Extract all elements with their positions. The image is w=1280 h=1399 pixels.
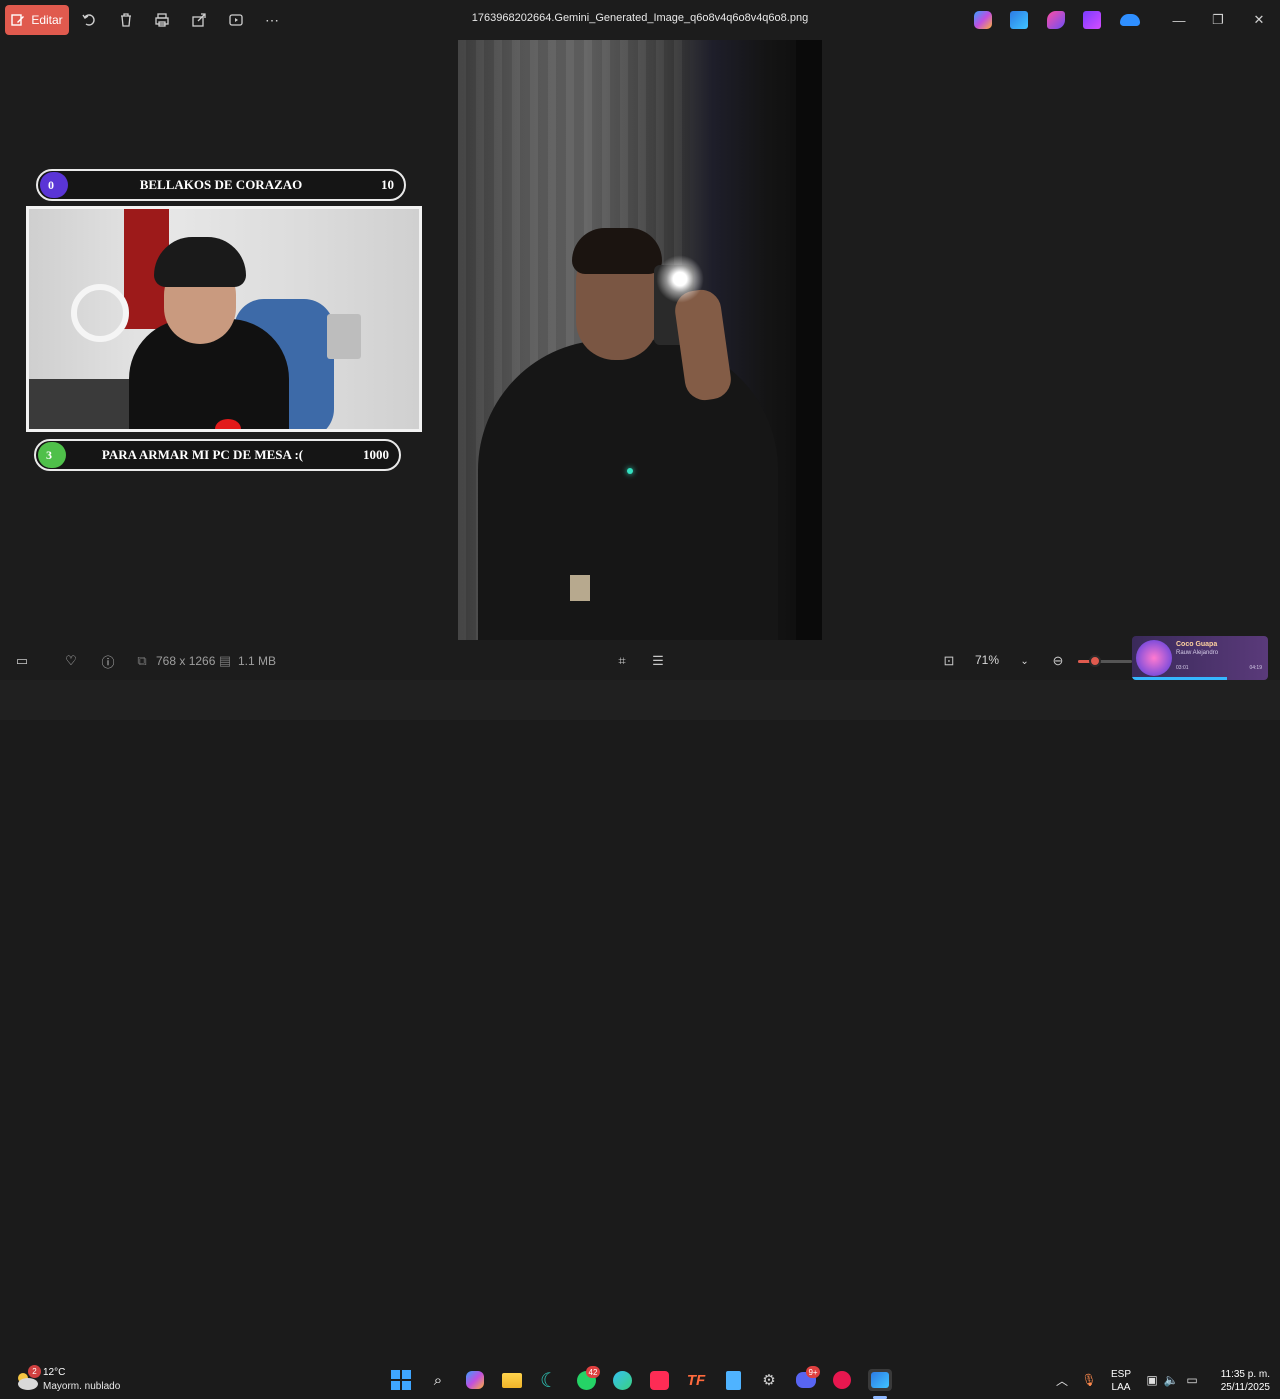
tiktok-icon[interactable] [647,1369,671,1391]
goal-widget-top: 0 BELLAKOS DE CORAZAO 10 [36,169,406,201]
zoom-slider-thumb[interactable] [1089,655,1101,667]
weather-temperature[interactable]: 12°C [43,1367,65,1378]
filesize-icon: ▤ [218,653,232,668]
edit-icon [11,14,25,26]
edge-icon[interactable] [610,1369,634,1391]
restore-button[interactable]: ❐ [1208,10,1228,30]
zoom-out-icon[interactable]: ⊖ [1049,652,1067,670]
clipchamp-icon[interactable] [1083,11,1101,29]
onedrive-icon[interactable] [1120,14,1140,26]
share-icon[interactable] [189,10,209,30]
battery-icon[interactable]: ▭ [1183,1372,1201,1388]
light-dot [627,468,633,474]
goal-target: 1000 [363,447,389,462]
edit-label: Editar [31,13,63,27]
discord-badge: 9+ [806,1366,820,1378]
top-toolbar: Editar ⋯ 1763968202664.Gemini_Generated_… [0,0,1280,40]
photo-viewer-image[interactable] [458,40,822,640]
elapsed-time: 03:01 [1176,665,1189,671]
zoom-level[interactable]: 71% ⌄ [975,653,1029,667]
camera-flash [656,255,704,303]
webcam-red-dot [215,419,241,429]
file-name-title: 1763968202664.Gemini_Generated_Image_q6o… [471,12,809,24]
notepad-icon[interactable] [721,1369,745,1391]
total-time: 04:19 [1249,665,1262,671]
media-player-icon[interactable] [830,1369,854,1391]
rotate-icon[interactable] [79,10,99,30]
print-icon[interactable] [152,10,172,30]
goal-title: BELLAKOS DE CORAZAO [139,177,303,192]
image-dimensions: 768 x 1266 [156,654,216,668]
visual-search-icon[interactable]: ⌗ [613,652,631,670]
language-indicator[interactable]: ESP LAA [1108,1368,1134,1394]
text-scan-icon[interactable]: ☰ [649,652,667,670]
search-icon[interactable]: ⌕ [426,1369,450,1391]
weather-condition[interactable]: Mayorm. nublado [43,1381,120,1392]
copilot-icon[interactable] [974,11,992,29]
settings-icon[interactable]: ⚙ [757,1369,781,1391]
tf-app-icon[interactable]: TF [684,1369,708,1391]
dimensions-icon: ⧉ [137,653,147,668]
webcam-heater [327,314,361,359]
microphone-icon[interactable]: 🎙 [1080,1372,1098,1388]
whatsapp-badge: 42 [586,1366,600,1378]
start-button[interactable] [389,1369,413,1391]
delete-icon[interactable] [116,10,136,30]
network-icon[interactable]: ▣ [1143,1372,1161,1388]
fit-to-window-icon[interactable]: ⊡ [940,652,958,670]
photos-taskbar-icon[interactable] [868,1369,892,1391]
goal-title: PARA ARMAR MI PC DE MESA :( [101,447,304,462]
copilot-taskbar-icon[interactable] [463,1369,487,1391]
windows-logo-icon [391,1370,411,1390]
favorite-icon[interactable]: ♡ [62,652,80,670]
filmstrip-icon[interactable]: ▭ [13,652,31,670]
file-explorer-icon[interactable] [500,1369,524,1391]
slideshow-icon[interactable] [226,10,246,30]
song-artist: Rauw Alejandro [1176,650,1219,656]
show-hidden-icons-icon[interactable]: ︿ [1053,1372,1071,1388]
hoodie [478,340,778,640]
info-icon[interactable]: ⓘ [99,652,117,670]
goal-target: 10 [381,177,394,192]
webcam-ring-light [71,284,129,342]
paint-icon[interactable] [1047,11,1065,29]
now-playing-widget[interactable]: Coco Guapa Rauw Alejandro 03:01 04:19 [1132,636,1268,680]
close-button[interactable]: ✕ [1249,10,1269,30]
hoodie-tag [570,575,590,601]
edit-button[interactable]: Editar [5,5,69,35]
photos-app-window: Editar ⋯ 1763968202664.Gemini_Generated_… [0,0,1280,680]
browser-c-icon[interactable]: ☾ [537,1369,561,1392]
status-bar: ▭ ♡ ⓘ ⧉ 768 x 1266 ▤ 1.1 MB ⌗ ☰ ⊡ 71% ⌄ … [0,642,1280,680]
webcam-overlay [26,206,422,432]
taskbar: 2 12°C Mayorm. nublado ⌕ ☾ 42 TF ⚙ 9+ ︿ … [0,680,1280,1399]
system-clock[interactable]: 11:35 p. m. 25/11/2025 [1206,1368,1270,1394]
door-frame [796,40,822,640]
minimize-button[interactable]: — [1169,10,1189,30]
song-title: Coco Guapa [1176,641,1218,648]
hair [572,228,662,274]
album-art [1136,640,1172,676]
goal-widget-bottom: 3 PARA ARMAR MI PC DE MESA :( 1000 [34,439,401,471]
weather-badge: 2 [28,1365,41,1378]
webcam-desk [29,379,139,429]
designer-icon[interactable] [1010,11,1028,29]
volume-icon[interactable]: 🔈 [1162,1372,1180,1388]
file-size: 1.1 MB [238,654,277,668]
more-icon[interactable]: ⋯ [262,10,282,30]
